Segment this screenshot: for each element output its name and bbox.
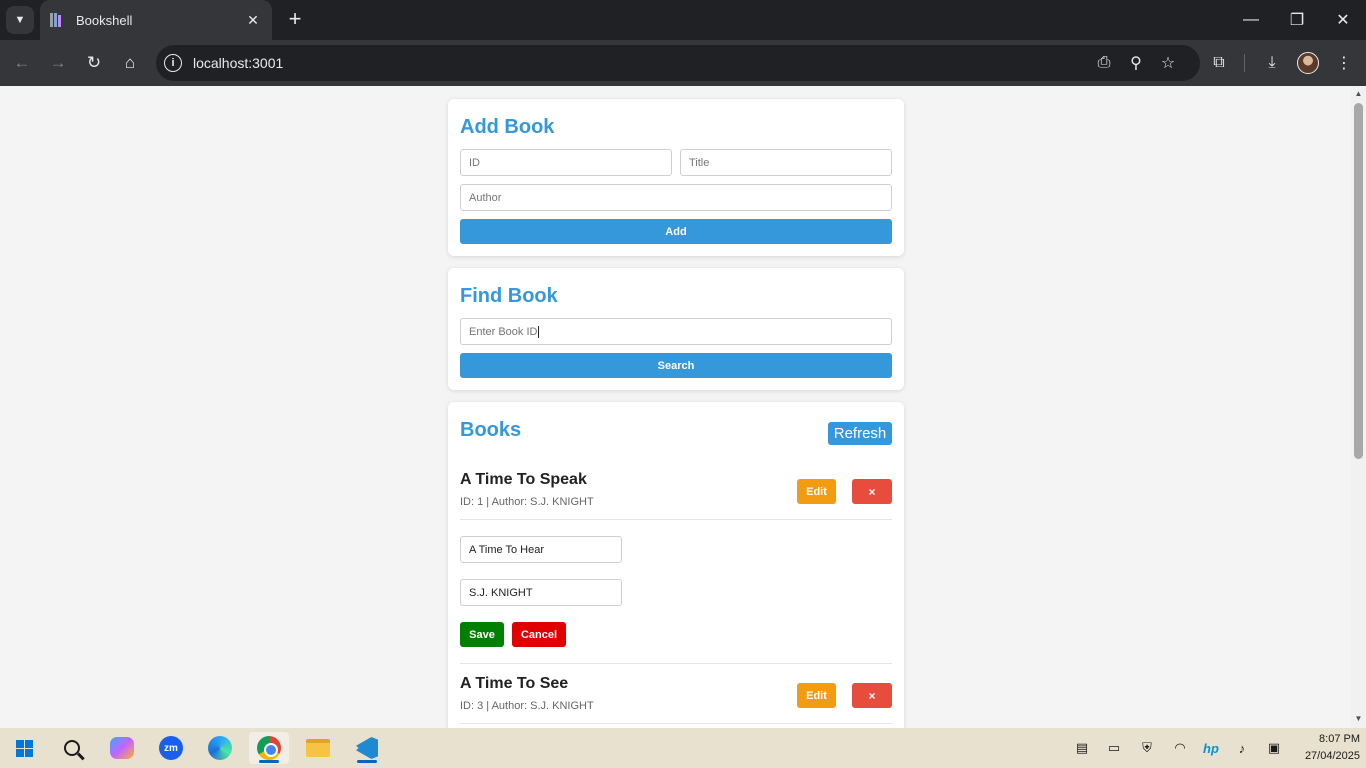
clock-time: 8:07 PM [1319, 733, 1360, 745]
add-book-card: Add Book ID Title Author Add [448, 99, 904, 256]
find-book-card: Find Book Enter Book ID Search [448, 268, 904, 390]
cancel-button[interactable]: Cancel [512, 622, 566, 647]
browser-tab-strip: ▼ Bookshell ✕ + — ❐ ✕ [0, 0, 1366, 40]
books-favicon-icon [50, 13, 66, 27]
delete-button[interactable]: × [852, 479, 892, 504]
search-button[interactable]: Search [460, 353, 892, 378]
book-divider [460, 723, 892, 724]
chrome-icon [257, 736, 281, 760]
vscode-icon [356, 737, 378, 759]
refresh-button[interactable]: Refresh [828, 422, 892, 445]
book-id-search-input[interactable]: Enter Book ID [460, 318, 892, 345]
find-book-heading: Find Book [460, 285, 558, 307]
edit-author-input[interactable]: S.J. KNIGHT [460, 579, 622, 606]
forward-arrow-icon[interactable]: → [43, 48, 73, 78]
taskbar-clock[interactable]: 8:07 PM 27/04/2025 [1290, 731, 1360, 765]
edit-button[interactable]: Edit [797, 479, 836, 504]
book-title: A Time To See [460, 675, 569, 692]
tray-display-icon[interactable]: ▣ [1264, 738, 1284, 758]
new-tab-icon[interactable]: + [282, 7, 308, 33]
books-card: Books Refresh A Time To Speak ID: 1 | Au… [448, 402, 904, 728]
close-window-icon[interactable]: ✕ [1320, 0, 1366, 40]
clock-date: 27/04/2025 [1304, 750, 1360, 762]
browser-tab-active[interactable]: Bookshell ✕ [40, 0, 272, 40]
tab-close-icon[interactable]: ✕ [244, 12, 262, 29]
book-meta: ID: 1 | Author: S.J. KNIGHT [460, 496, 594, 508]
copilot-icon [110, 737, 134, 759]
edge-icon [208, 736, 232, 760]
install-app-icon[interactable]: ⎙ [1089, 48, 1119, 78]
windows-taskbar: zm ▤ ▭ ⛨ ◠ hp ♪ ▣ 8:07 PM 27/04/2025 [0, 728, 1366, 768]
more-menu-icon[interactable]: ⋮ [1329, 48, 1359, 78]
edit-title-input[interactable]: A Time To Hear [460, 536, 622, 563]
scroll-up-arrow-icon[interactable]: ▲ [1351, 89, 1366, 101]
book-divider [460, 663, 892, 664]
reload-icon[interactable]: ↻ [79, 48, 109, 78]
folder-icon [306, 739, 330, 757]
zoom-app-icon: zm [159, 736, 183, 760]
author-input[interactable]: Author [460, 184, 892, 211]
scrollbar-thumb[interactable] [1354, 103, 1363, 459]
taskbar-edge[interactable] [200, 732, 240, 764]
page-viewport: Add Book ID Title Author Add Find Book E… [0, 87, 1351, 728]
bookmark-star-icon[interactable]: ☆ [1153, 48, 1183, 78]
tray-wifi-icon[interactable]: ◠ [1170, 738, 1190, 758]
minimize-icon[interactable]: — [1228, 0, 1274, 40]
book-meta: ID: 3 | Author: S.J. KNIGHT [460, 700, 594, 712]
toolbar-separator [1244, 54, 1245, 72]
start-button[interactable] [4, 732, 44, 764]
book-divider [460, 519, 892, 520]
taskbar-file-explorer[interactable] [298, 732, 338, 764]
tab-search-button[interactable]: ▼ [6, 6, 34, 34]
search-icon [64, 740, 80, 756]
add-book-heading: Add Book [460, 116, 555, 138]
taskbar-search-button[interactable] [52, 732, 92, 764]
back-arrow-icon[interactable]: ← [7, 48, 37, 78]
add-button[interactable]: Add [460, 219, 892, 244]
extensions-icon[interactable]: ⧉ [1204, 48, 1234, 78]
taskbar-zoom[interactable]: zm [151, 732, 191, 764]
tray-hp-icon[interactable]: hp [1201, 738, 1221, 758]
zoom-icon[interactable]: ⚲ [1121, 48, 1151, 78]
windows-logo-icon [15, 739, 33, 757]
scroll-down-arrow-icon[interactable]: ▼ [1351, 714, 1366, 726]
address-bar[interactable]: i localhost:3001 [156, 45, 1200, 81]
edit-button[interactable]: Edit [797, 683, 836, 708]
chevron-down-icon: ▼ [14, 14, 26, 26]
title-input[interactable]: Title [680, 149, 892, 176]
tray-volume-icon[interactable]: ♪ [1232, 738, 1252, 758]
tab-title: Bookshell [76, 12, 133, 28]
save-button[interactable]: Save [460, 622, 504, 647]
taskbar-copilot[interactable] [102, 732, 142, 764]
text-caret [538, 325, 540, 338]
address-url: localhost:3001 [193, 55, 284, 71]
search-input-placeholder: Enter Book ID [469, 325, 538, 338]
page-scrollbar[interactable]: ▲ ▼ [1351, 87, 1366, 728]
taskbar-vscode[interactable] [347, 732, 387, 764]
books-heading: Books [460, 419, 522, 441]
tray-battery-icon[interactable]: ▭ [1104, 738, 1124, 758]
taskbar-chrome[interactable] [249, 732, 289, 764]
restore-icon[interactable]: ❐ [1274, 0, 1320, 40]
download-icon[interactable]: ⤓ [1257, 48, 1287, 78]
home-icon[interactable]: ⌂ [115, 48, 145, 78]
book-title: A Time To Speak [460, 471, 587, 488]
tray-monitor-icon[interactable]: ▤ [1072, 738, 1092, 758]
browser-toolbar: ← → ↻ ⌂ i localhost:3001 ⎙ ⚲ ☆ ⧉ ⤓ ⋮ [0, 40, 1366, 86]
site-info-icon[interactable]: i [164, 54, 182, 72]
profile-avatar[interactable] [1297, 52, 1319, 74]
tray-security-shield-icon[interactable]: ⛨ [1137, 738, 1157, 758]
id-input[interactable]: ID [460, 149, 672, 176]
delete-button[interactable]: × [852, 683, 892, 708]
